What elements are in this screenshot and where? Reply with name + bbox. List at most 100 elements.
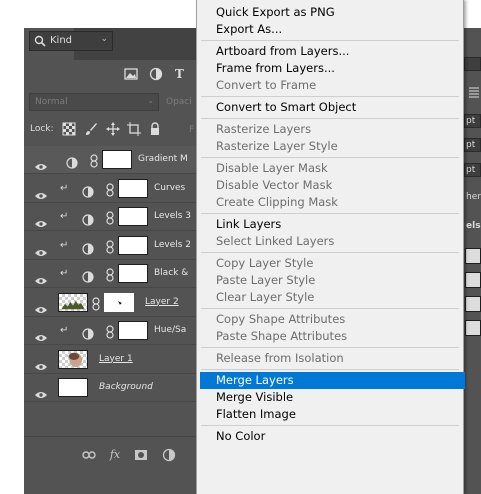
channel-thumbnail[interactable] <box>465 320 481 336</box>
layer-name[interactable]: Gradient M <box>138 154 188 164</box>
menu-item-convert-to-smart-object[interactable]: Convert to Smart Object <box>200 99 465 116</box>
menu-item-artboard-from-layers[interactable]: Artboard from Layers... <box>200 43 465 60</box>
add-mask-icon[interactable] <box>134 448 148 462</box>
link-layers-icon[interactable] <box>82 448 96 462</box>
layer-mask-thumbnail[interactable] <box>118 235 148 255</box>
visibility-eye-icon[interactable] <box>34 213 48 227</box>
visibility-eye-icon[interactable] <box>34 327 48 341</box>
clipping-arrow-icon: ↵ <box>60 268 69 279</box>
menu-item-clear-layer-style[interactable]: Clear Layer Style <box>200 289 465 306</box>
visibility-eye-icon[interactable] <box>34 242 48 256</box>
layer-name[interactable]: Levels 2 <box>154 240 191 250</box>
mask-link-icon[interactable] <box>90 153 98 168</box>
fx-icon[interactable]: fx <box>108 448 122 462</box>
layer-name[interactable]: Curves <box>154 183 185 193</box>
artboard-lock-icon[interactable] <box>127 122 141 136</box>
lock-icon[interactable] <box>148 122 162 136</box>
image-filter-icon[interactable] <box>124 67 138 81</box>
menu-item-paste-layer-style[interactable]: Paste Layer Style <box>200 272 465 289</box>
menu-separator <box>201 40 459 41</box>
menu-item-disable-vector-mask[interactable]: Disable Vector Mask <box>200 177 465 194</box>
channel-thumbnail[interactable] <box>465 296 481 312</box>
move-icon[interactable] <box>106 122 120 136</box>
layer-name[interactable]: Layer 2 <box>145 297 179 307</box>
mask-link-icon[interactable] <box>106 182 114 197</box>
layer-mask-thumbnail[interactable] <box>104 292 134 312</box>
menu-item-release-from-isolation[interactable]: Release from Isolation <box>200 350 465 367</box>
menu-item-quick-export-as-png[interactable]: Quick Export as PNG <box>200 4 465 21</box>
layer-name[interactable]: Background <box>99 382 153 392</box>
adjustment-layer-icon <box>82 240 94 255</box>
chevron-down-icon: ⌄ <box>147 96 154 105</box>
layer-row[interactable]: ↵ Curves <box>24 174 196 203</box>
layer-row[interactable]: ↵ Levels 2 <box>24 231 196 260</box>
menu-item-create-clipping-mask[interactable]: Create Clipping Mask <box>200 194 465 211</box>
brush-icon[interactable] <box>84 122 98 136</box>
visibility-eye-icon[interactable] <box>34 270 48 284</box>
menu-item-no-color[interactable]: No Color <box>200 428 465 445</box>
layer-row[interactable]: Layer 1 <box>24 345 196 374</box>
layer-name[interactable]: Hue/Sa <box>154 325 186 335</box>
layer-thumbnail[interactable] <box>58 349 88 369</box>
menu-item-merge-layers[interactable]: Merge Layers <box>200 372 465 389</box>
visibility-eye-icon[interactable] <box>34 356 48 370</box>
visibility-eye-icon[interactable] <box>34 185 48 199</box>
layer-thumbnail[interactable] <box>58 292 88 312</box>
mask-link-icon[interactable] <box>106 324 114 339</box>
blend-mode-label: Normal <box>35 97 68 107</box>
layer-mask-thumbnail[interactable] <box>118 207 148 226</box>
layer-mask-thumbnail[interactable] <box>118 264 148 283</box>
menu-item-paste-shape-attributes[interactable]: Paste Shape Attributes <box>200 328 465 345</box>
visibility-eye-icon[interactable] <box>34 384 48 398</box>
menu-item-copy-layer-style[interactable]: Copy Layer Style <box>200 255 465 272</box>
menu-item-flatten-image[interactable]: Flatten Image <box>200 406 465 423</box>
menu-separator <box>201 252 459 253</box>
layer-mask-thumbnail[interactable] <box>118 321 148 340</box>
layer-row[interactable]: ↵ Levels 3 <box>24 203 196 231</box>
menu-item-convert-to-frame[interactable]: Convert to Frame <box>200 77 465 94</box>
filter-kind-dropdown[interactable]: Kind ⌄ <box>29 31 113 51</box>
blend-mode-dropdown[interactable]: Normal ⌄ <box>29 93 159 111</box>
menu-item-export-as[interactable]: Export As... <box>200 21 465 38</box>
menu-separator <box>201 425 459 426</box>
layer-row[interactable]: Layer 2 <box>24 288 196 317</box>
menu-item-copy-shape-attributes[interactable]: Copy Shape Attributes <box>200 311 465 328</box>
align-icon[interactable] <box>468 83 480 98</box>
lock-label: Lock: <box>30 124 54 134</box>
channel-thumbnail[interactable] <box>465 272 481 288</box>
adjustment-layer-icon[interactable] <box>162 448 176 462</box>
menu-item-disable-layer-mask[interactable]: Disable Layer Mask <box>200 160 465 177</box>
layer-name[interactable]: Layer 1 <box>99 354 133 364</box>
menu-item-rasterize-layers[interactable]: Rasterize Layers <box>200 121 465 138</box>
right-panel-text: her <box>466 192 481 202</box>
menu-item-rasterize-layer-style[interactable]: Rasterize Layer Style <box>200 138 465 155</box>
mask-link-icon[interactable] <box>106 239 114 254</box>
right-panel-field[interactable] <box>464 57 481 71</box>
menu-item-select-linked-layers[interactable]: Select Linked Layers <box>200 233 465 250</box>
channel-thumbnail[interactable] <box>465 248 481 264</box>
layer-mask-thumbnail[interactable] <box>102 150 132 169</box>
right-panel-text: pt <box>466 140 476 150</box>
visibility-eye-icon[interactable] <box>34 156 48 170</box>
layer-row[interactable]: ↵ Black & <box>24 260 196 288</box>
type-filter-icon[interactable]: T <box>175 67 184 81</box>
layer-name[interactable]: Black & <box>154 268 188 278</box>
clipping-arrow-icon: ↵ <box>60 182 69 194</box>
layer-row[interactable]: ↵ Hue/Sa <box>24 317 196 345</box>
layer-row[interactable]: Background <box>24 374 196 402</box>
layer-row[interactable]: Gradient M <box>24 146 196 174</box>
layer-mask-thumbnail[interactable] <box>118 178 148 198</box>
mask-link-icon[interactable] <box>106 267 114 282</box>
layer-name[interactable]: Levels 3 <box>154 211 191 221</box>
menu-item-frame-from-layers[interactable]: Frame from Layers... <box>200 60 465 77</box>
opacity-label: Opaci <box>166 97 192 107</box>
menu-item-link-layers[interactable]: Link Layers <box>200 216 465 233</box>
mask-link-icon[interactable] <box>106 210 114 225</box>
background-thumbnail[interactable] <box>58 378 88 397</box>
lock-transparent-pixels-icon[interactable] <box>62 122 76 136</box>
mask-link-icon[interactable] <box>92 296 100 311</box>
menu-item-merge-visible[interactable]: Merge Visible <box>200 389 465 406</box>
menu-separator <box>201 213 459 214</box>
visibility-eye-icon[interactable] <box>34 299 48 313</box>
adjustment-filter-icon[interactable] <box>149 67 163 81</box>
